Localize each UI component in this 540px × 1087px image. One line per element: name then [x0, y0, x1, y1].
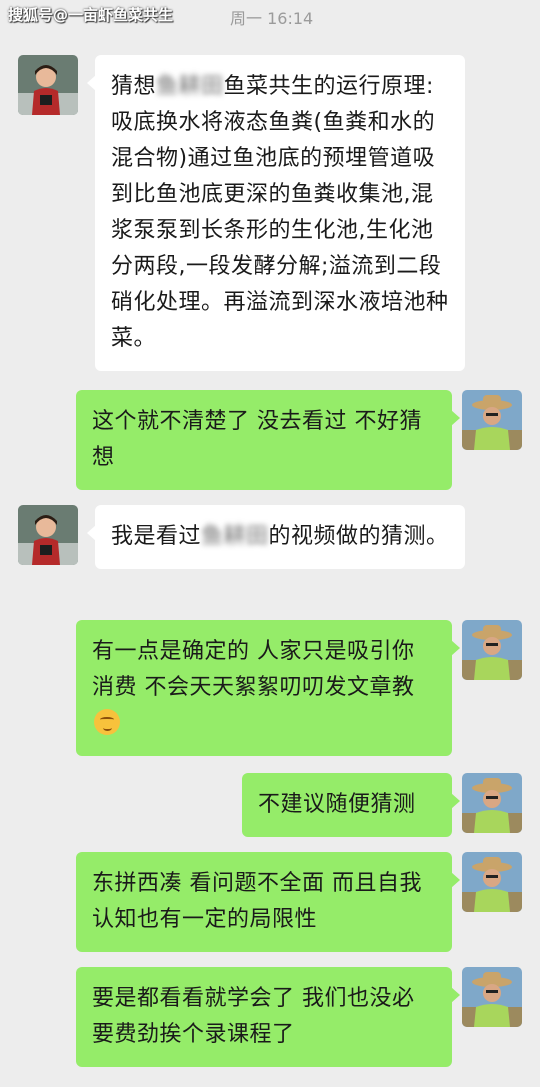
- message-bubble-outgoing[interactable]: 不建议随便猜测: [242, 773, 460, 837]
- message-row: 不建议随便猜测: [0, 773, 540, 837]
- blurred-name: 鱼耕田: [156, 74, 224, 99]
- message-bubble-incoming[interactable]: 猜想鱼耕田鱼菜共生的运行原理:吸底换水将液态鱼粪(鱼粪和水的混合物)通过鱼池底的…: [87, 55, 465, 371]
- watermark: 搜狐号@一亩虾鱼菜共生: [8, 6, 174, 24]
- message-text: 鱼菜共生的运行原理:吸底换水将液态鱼粪(鱼粪和水的混合物)通过鱼池底的预埋管道吸…: [111, 74, 449, 351]
- farmer-avatar[interactable]: [462, 967, 522, 1027]
- message-row: 猜想鱼耕田鱼菜共生的运行原理:吸底换水将液态鱼粪(鱼粪和水的混合物)通过鱼池底的…: [0, 55, 540, 375]
- message-text: 的视频做的猜测。: [268, 524, 449, 549]
- message-row: 要是都看看就学会了 我们也没必要费劲挨个录课程了: [0, 967, 540, 1067]
- thinking-face-emoji: [94, 709, 120, 735]
- message-text: 东拼西凑 看问题不全面 而且自我认知也有一定的局限性: [92, 871, 422, 932]
- message-row: 我是看过鱼耕田的视频做的猜测。: [0, 505, 540, 605]
- message-bubble-incoming[interactable]: 我是看过鱼耕田的视频做的猜测。: [87, 505, 465, 569]
- message-timestamp: 周一 16:14: [230, 9, 314, 28]
- top-bar: 搜狐号@一亩虾鱼菜共生 周一 16:14: [0, 0, 540, 30]
- message-text: 要是都看看就学会了 我们也没必要费劲挨个录课程了: [92, 986, 415, 1047]
- message-text: 这个就不清楚了 没去看过 不好猜想: [92, 409, 422, 470]
- farmer-avatar[interactable]: [462, 852, 522, 912]
- message-row: 东拼西凑 看问题不全面 而且自我认知也有一定的局限性: [0, 852, 540, 952]
- message-text: 有一点是确定的 人家只是吸引你消费 不会天天絮絮叨叨发文章教: [92, 639, 415, 700]
- message-bubble-outgoing[interactable]: 这个就不清楚了 没去看过 不好猜想: [76, 390, 460, 490]
- farmer-avatar[interactable]: [462, 773, 522, 833]
- message-bubble-outgoing[interactable]: 要是都看看就学会了 我们也没必要费劲挨个录课程了: [76, 967, 460, 1067]
- message-text: 我是看过: [111, 524, 202, 549]
- farmer-avatar[interactable]: [462, 390, 522, 450]
- message-bubble-outgoing[interactable]: 有一点是确定的 人家只是吸引你消费 不会天天絮絮叨叨发文章教: [76, 620, 460, 756]
- blurred-name: 鱼耕田: [201, 524, 269, 549]
- message-bubble-outgoing[interactable]: 东拼西凑 看问题不全面 而且自我认知也有一定的局限性: [76, 852, 460, 952]
- message-row: 有一点是确定的 人家只是吸引你消费 不会天天絮絮叨叨发文章教: [0, 620, 540, 760]
- message-text: 猜想: [111, 74, 157, 99]
- child-avatar[interactable]: [18, 55, 78, 115]
- farmer-avatar[interactable]: [462, 620, 522, 680]
- message-row: 这个就不清楚了 没去看过 不好猜想: [0, 390, 540, 490]
- message-text: 不建议随便猜测: [258, 792, 416, 817]
- child-avatar[interactable]: [18, 505, 78, 565]
